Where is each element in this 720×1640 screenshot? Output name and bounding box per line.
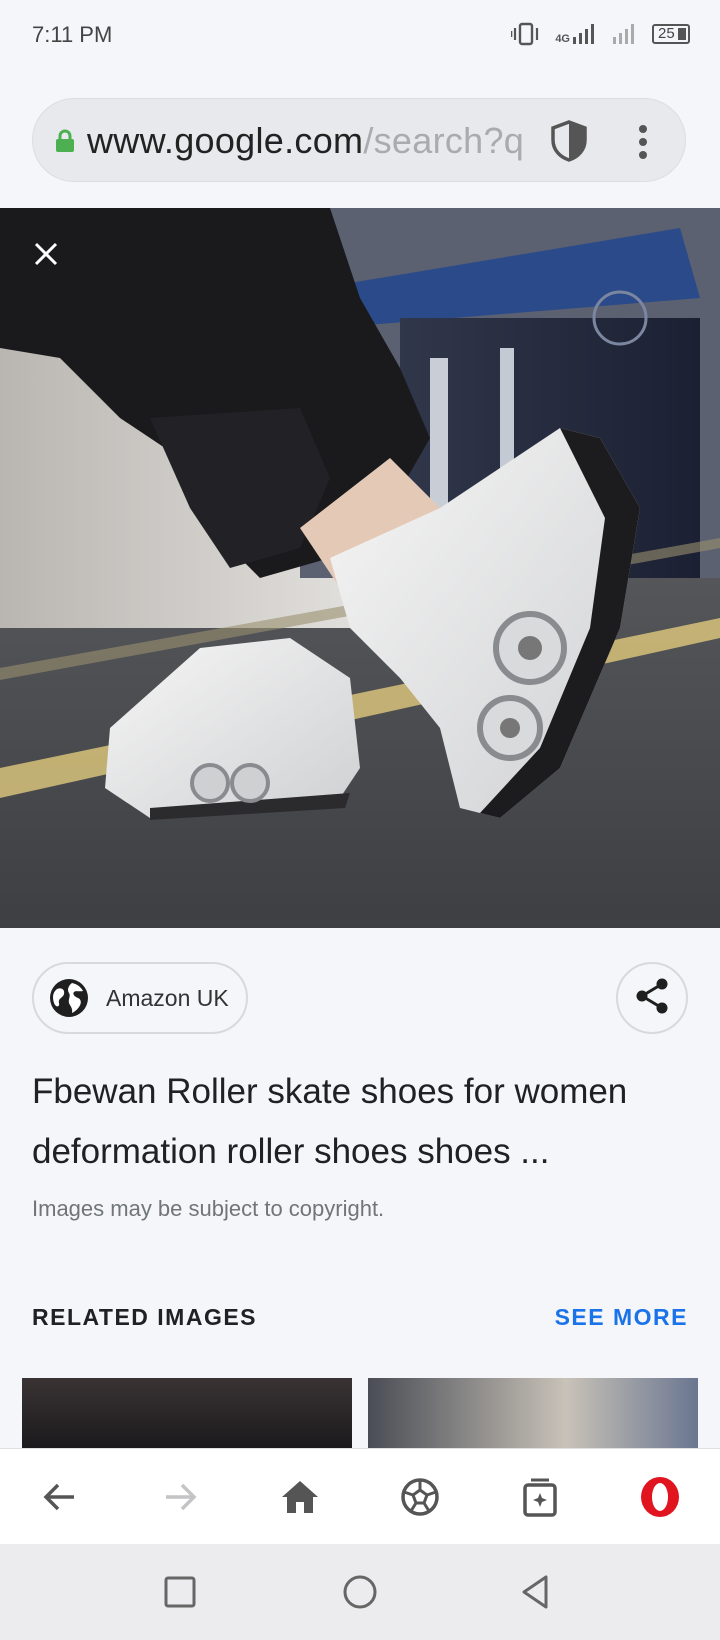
- source-label: Amazon UK: [106, 984, 229, 1011]
- home-system-button[interactable]: [338, 1570, 382, 1614]
- arrow-right-icon: [166, 1483, 197, 1511]
- circle-icon: [343, 1575, 377, 1609]
- more-vert-icon[interactable]: [637, 125, 649, 164]
- roller-shoe-illustration: [0, 208, 720, 928]
- back-system-button[interactable]: [514, 1570, 558, 1614]
- network-type: 4G: [555, 33, 570, 45]
- result-title[interactable]: Fbewan Roller skate shoes for women defo…: [32, 1062, 692, 1182]
- lock-icon: [55, 129, 75, 158]
- back-button[interactable]: [36, 1473, 84, 1521]
- related-image-thumbnail[interactable]: [368, 1378, 698, 1448]
- address-bar[interactable]: www.google.com/search?q: [32, 98, 686, 182]
- signal-4g-icon: 4G: [555, 23, 598, 45]
- vibrate-icon: [511, 22, 541, 46]
- home-button[interactable]: [276, 1473, 324, 1521]
- soccer-ball-icon: [401, 1478, 439, 1516]
- speed-dial-button[interactable]: [396, 1473, 444, 1521]
- copyright-notice: Images may be subject to copyright.: [32, 1196, 385, 1221]
- signal-icon: [612, 23, 638, 45]
- url-path: /search?q: [363, 121, 525, 161]
- forward-button[interactable]: [156, 1473, 204, 1521]
- share-icon: [635, 978, 669, 1019]
- tabs-button[interactable]: [516, 1473, 564, 1521]
- address-bar-area: www.google.com/search?q: [0, 72, 720, 208]
- status-time: 7:11 PM: [32, 22, 113, 47]
- opera-menu-button[interactable]: [636, 1473, 684, 1521]
- share-button[interactable]: [616, 962, 688, 1034]
- arrow-left-icon: [43, 1483, 74, 1511]
- url-domain: www.google.com: [87, 121, 364, 161]
- home-icon: [282, 1481, 318, 1513]
- system-navigation-bar: [0, 1544, 720, 1640]
- close-icon[interactable]: [28, 236, 64, 272]
- browser-toolbar: [0, 1448, 720, 1544]
- status-bar: 7:11 PM 4G 25: [0, 0, 720, 72]
- tabs-icon: [523, 1478, 557, 1517]
- result-image[interactable]: [0, 208, 720, 928]
- opera-logo-icon: [641, 1477, 679, 1517]
- related-images-heading: RELATED IMAGES: [32, 1304, 258, 1330]
- related-image-thumbnail[interactable]: [22, 1378, 352, 1448]
- status-icons: 4G 25: [511, 22, 690, 46]
- url-text[interactable]: www.google.com/search?q: [87, 121, 565, 161]
- source-chip[interactable]: Amazon UK: [32, 962, 248, 1034]
- recents-button[interactable]: [158, 1570, 202, 1614]
- globe-icon: [48, 977, 90, 1019]
- triangle-back-icon: [522, 1575, 548, 1609]
- square-icon: [164, 1576, 196, 1608]
- see-more-link[interactable]: SEE MORE: [555, 1304, 688, 1331]
- battery-icon: 25: [652, 24, 690, 44]
- shield-icon[interactable]: [549, 119, 589, 168]
- battery-level: 25: [658, 25, 675, 42]
